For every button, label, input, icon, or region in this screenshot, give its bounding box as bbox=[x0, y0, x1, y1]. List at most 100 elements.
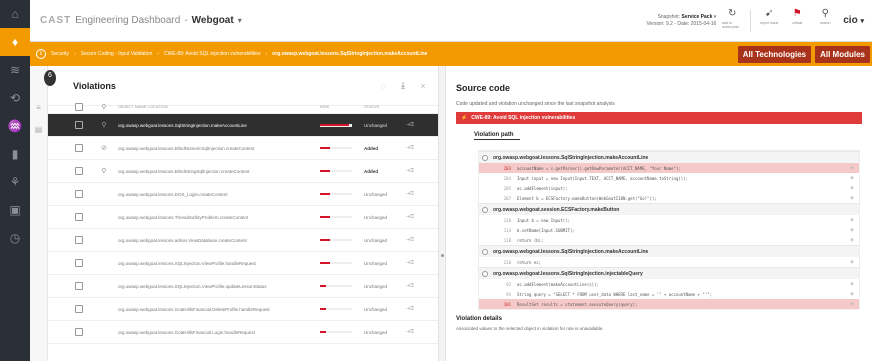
download-icon[interactable]: ⤓ bbox=[396, 79, 410, 93]
breadcrumb-item[interactable]: Security bbox=[51, 51, 69, 57]
rule-banner: ⚡ CWE-89: Avoid SQL injection vulnerabili… bbox=[456, 112, 862, 124]
line-number: 207 bbox=[503, 195, 511, 201]
object-name[interactable]: org.owasp.webgoat.lessons.GoatHillsFinan… bbox=[118, 307, 320, 312]
grid-icon[interactable]: ▤ bbox=[30, 118, 47, 140]
home-icon[interactable]: ⌂ bbox=[0, 0, 30, 28]
list-icon[interactable]: ≡ bbox=[30, 96, 47, 118]
breadcrumb-item[interactable]: Secure Coding - Input Validation bbox=[81, 51, 153, 57]
security-icon[interactable]: ♦ bbox=[0, 28, 30, 56]
close-icon[interactable]: × bbox=[416, 79, 430, 93]
row-action-icon[interactable]: ⇥⚿ bbox=[406, 237, 424, 243]
col-status[interactable]: STATUS bbox=[364, 104, 406, 109]
object-name[interactable]: org.owasp.webgoat.lessons.GoatHillsFinan… bbox=[118, 330, 320, 335]
row-checkbox[interactable] bbox=[75, 282, 83, 290]
search-button[interactable]: ⚲ search bbox=[815, 8, 835, 34]
col-risk[interactable]: RISK bbox=[320, 104, 364, 109]
eye-icon[interactable]: ◉ bbox=[845, 185, 859, 191]
tree-icon[interactable]: ⚘ bbox=[0, 168, 30, 196]
layers-icon[interactable]: ≋ bbox=[0, 56, 30, 84]
breadcrumb-item[interactable]: CWE-89: Avoid SQL injection vulnerabilit… bbox=[164, 51, 260, 57]
table-row[interactable]: ⚲ org.owasp.webgoat.lessons.SqlStringInje… bbox=[48, 114, 438, 137]
panel-splitter[interactable] bbox=[438, 66, 446, 361]
eye-icon[interactable]: ◉ bbox=[845, 259, 859, 265]
row-action-icon[interactable]: ⇥⚿ bbox=[406, 329, 424, 335]
report-icon[interactable]: ▣ bbox=[0, 196, 30, 224]
row-action-icon[interactable]: ⇥⚿ bbox=[406, 283, 424, 289]
eye-icon[interactable]: ◉ bbox=[845, 175, 859, 181]
eye-icon[interactable]: ◉ bbox=[845, 301, 859, 307]
code-block-title[interactable]: org.owasp.webgoat.lessons.SqlStringInjec… bbox=[479, 151, 859, 163]
row-checkbox[interactable] bbox=[75, 328, 83, 336]
table-row[interactable]: org.owasp.webgoat.lessons.SQLInjection.V… bbox=[48, 275, 438, 298]
all-modules-button[interactable]: All Modules bbox=[815, 45, 870, 63]
table-row[interactable]: ⚲ org.owasp.webgoat.lessons.BlindStringSq… bbox=[48, 160, 438, 183]
table-row[interactable]: org.owasp.webgoat.lessons.ThreadSafetyPr… bbox=[48, 206, 438, 229]
flag-icon: ⚑ bbox=[792, 7, 802, 19]
transactions-icon[interactable]: ♒ bbox=[0, 112, 30, 140]
all-technologies-button[interactable]: All Technologies bbox=[737, 45, 812, 63]
eye-icon[interactable]: ◉ bbox=[845, 291, 859, 297]
object-name[interactable]: org.owasp.webgoat.lessons.DOS_Login.crea… bbox=[118, 192, 320, 197]
row-action-icon[interactable]: ⇥⚿ bbox=[406, 214, 424, 220]
refresh-button[interactable]: ↻ add to action plan bbox=[722, 8, 742, 34]
table-row[interactable]: ⊘ org.owasp.webgoat.lessons.BlindNumericS… bbox=[48, 137, 438, 160]
eye-icon[interactable]: ◉ bbox=[845, 237, 859, 243]
eye-icon[interactable]: ◉ bbox=[845, 281, 859, 287]
chevron-down-icon[interactable]: ▾ bbox=[238, 16, 242, 25]
violation-path-tab[interactable]: Violation path bbox=[474, 132, 520, 140]
row-action-icon[interactable]: ⇥⚿ bbox=[406, 191, 424, 197]
row-checkbox[interactable] bbox=[75, 305, 83, 313]
row-action-icon[interactable]: ⇥⚿ bbox=[406, 168, 424, 174]
row-checkbox[interactable] bbox=[75, 236, 83, 244]
table-row[interactable]: org.owasp.webgoat.lessons.admin.ViewData… bbox=[48, 229, 438, 252]
code-line: 101 ResultSet results = statement.execute… bbox=[479, 299, 859, 309]
row-action-icon[interactable]: ⇥⚿ bbox=[406, 145, 424, 151]
object-name[interactable]: org.owasp.webgoat.lessons.SQLInjection.V… bbox=[118, 261, 320, 266]
row-checkbox[interactable] bbox=[75, 190, 83, 198]
app-title[interactable]: CAST Engineering Dashboard - Webgoat ▾ bbox=[40, 15, 242, 26]
row-checkbox[interactable] bbox=[75, 213, 83, 221]
send-button[interactable]: ➹ report issue bbox=[759, 8, 779, 34]
code-block-title[interactable]: org.owasp.webgoat.session.ECSFactory.mak… bbox=[479, 203, 859, 215]
table-row[interactable]: org.owasp.webgoat.lessons.DOS_Login.crea… bbox=[48, 183, 438, 206]
object-name[interactable]: org.owasp.webgoat.lessons.BlindStringSql… bbox=[118, 169, 320, 174]
risk-icon[interactable]: ⟲ bbox=[0, 84, 30, 112]
violations-table: ⚲ OBJECT NAME LOCATION RISK STATUS ⚲ org.… bbox=[48, 100, 438, 344]
clock-icon[interactable]: ◷ bbox=[0, 224, 30, 252]
chart-icon[interactable]: ▮ bbox=[0, 140, 30, 168]
object-name[interactable]: org.owasp.webgoat.lessons.ThreadSafetyPr… bbox=[118, 215, 320, 220]
path-node-icon bbox=[482, 248, 488, 255]
filter-icon[interactable]: ◌ bbox=[376, 79, 390, 93]
code-block-title[interactable]: org.owasp.webgoat.lessons.SqlStringInjec… bbox=[479, 245, 859, 257]
code-line: 92 ec.addElement(makeAccountLine(s)); ◉ bbox=[479, 279, 859, 289]
row-action-icon[interactable]: ⇥⚿ bbox=[406, 306, 424, 312]
object-name[interactable]: org.owasp.webgoat.lessons.SqlStringInjec… bbox=[118, 123, 320, 128]
row-checkbox[interactable] bbox=[75, 121, 83, 129]
code-block-title[interactable]: org.owasp.webgoat.lessons.SqlStringInjec… bbox=[479, 267, 859, 279]
row-checkbox[interactable] bbox=[75, 259, 83, 267]
row-action-icon[interactable]: ⇥⚿ bbox=[406, 260, 424, 266]
status-cell: Unchanged bbox=[364, 237, 388, 243]
row-checkbox[interactable] bbox=[75, 144, 83, 152]
col-object-name[interactable]: OBJECT NAME LOCATION bbox=[118, 104, 320, 109]
table-row[interactable]: org.owasp.webgoat.lessons.GoatHillsFinan… bbox=[48, 298, 438, 321]
user-menu[interactable]: cio ▾ bbox=[843, 15, 864, 26]
row-action-icon[interactable]: ⇥⚿ bbox=[406, 122, 424, 128]
eye-icon[interactable]: ◉ bbox=[845, 195, 859, 201]
table-row[interactable]: org.owasp.webgoat.lessons.SQLInjection.V… bbox=[48, 252, 438, 275]
object-name[interactable]: org.owasp.webgoat.lessons.BlindNumericSq… bbox=[118, 146, 320, 151]
eye-icon[interactable]: ◉ bbox=[845, 227, 859, 233]
snapshot-info[interactable]: Snapshot: Service Pack ▾ Version: 9.2 - … bbox=[646, 14, 716, 28]
status-cell: Unchanged bbox=[364, 260, 388, 266]
splitter-handle[interactable] bbox=[441, 254, 444, 257]
row-checkbox[interactable] bbox=[75, 167, 83, 175]
eye-icon[interactable]: ◉ bbox=[845, 165, 859, 171]
eye-icon[interactable]: ◉ bbox=[845, 217, 859, 223]
table-row[interactable]: org.owasp.webgoat.lessons.GoatHillsFinan… bbox=[48, 321, 438, 344]
object-name[interactable]: org.owasp.webgoat.lessons.admin.ViewData… bbox=[118, 238, 320, 243]
object-name[interactable]: org.owasp.webgoat.lessons.SQLInjection.V… bbox=[118, 284, 320, 289]
select-all-checkbox[interactable] bbox=[75, 102, 83, 111]
info-icon[interactable]: i bbox=[36, 49, 46, 59]
flag-button[interactable]: ⚑ critical bbox=[787, 8, 807, 34]
risk-cell bbox=[320, 123, 364, 127]
